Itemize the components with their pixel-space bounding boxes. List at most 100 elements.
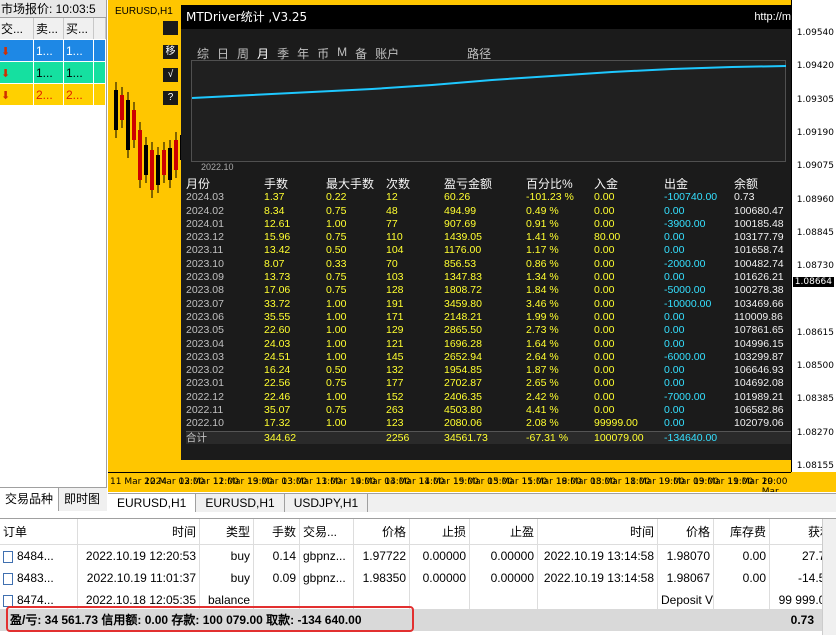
history-column-header[interactable]: 时间: [78, 519, 200, 544]
stats-cell: -6000.00: [664, 350, 706, 363]
panel-minimize-button[interactable]: [163, 21, 178, 35]
price-tick-label: 1.09420: [796, 61, 834, 72]
tab-tick-chart[interactable]: 即时图: [59, 488, 105, 511]
stats-cell: 0.00: [664, 364, 685, 377]
column-header-bid[interactable]: 卖...: [34, 18, 64, 39]
market-watch-row[interactable]: ⬇ 2... 2...: [0, 84, 106, 106]
stats-row: 2023.01 22.56 0.75 177 2702.87 2.65 % 0.00 0.00…: [186, 377, 791, 390]
panel-help-button[interactable]: ?: [163, 91, 178, 105]
history-table-header: 订单 时间 类型 手数 交易... 价格 止损 止盈 时间 价格 库存费 获利: [0, 519, 836, 545]
history-column-header[interactable]: 止盈: [470, 519, 538, 544]
stats-cell: 盈亏金额: [444, 178, 493, 191]
stats-cell: 2.73 %: [526, 324, 559, 337]
stats-cell: -7000.00: [664, 390, 706, 403]
column-header-ask[interactable]: 买...: [64, 18, 94, 39]
price-chart[interactable]: EURUSD,H1 WikiFX MTDriver统计 ,V3.25 http:…: [108, 0, 836, 492]
candle-body: [168, 148, 172, 180]
column-header-extra[interactable]: [94, 18, 106, 39]
stats-cell: 22.46: [264, 390, 291, 403]
arrow-down-icon: ⬇: [1, 90, 11, 102]
stats-cell: 77: [386, 217, 398, 230]
panel-move-button[interactable]: 移: [163, 45, 178, 59]
stats-cell: 0.75: [326, 204, 347, 217]
stats-cell: 2024.02: [186, 204, 224, 217]
stats-cell: 2023.09: [186, 271, 224, 284]
stats-cell: 60.26: [444, 191, 471, 204]
stats-cell: 1.84 %: [526, 284, 559, 297]
panel-title: MTDriver统计 ,V3.25: [181, 5, 791, 29]
stats-cell: 2024.03: [186, 191, 224, 204]
stats-cell: 合计: [186, 431, 207, 444]
stats-cell: 35.55: [264, 310, 291, 323]
time-axis[interactable]: 11 Mar 2024 12 Mar 03:00 12 Mar 11:00 12 Ma…: [108, 472, 791, 492]
tab-symbols[interactable]: 交易品种: [0, 488, 60, 511]
stats-cell: 22.60: [264, 324, 291, 337]
stats-cell: 494.99: [444, 204, 477, 217]
history-cell: Deposit Via DC: [658, 589, 714, 611]
stats-cell: 12.61: [264, 217, 291, 230]
stats-cell: 2023.01: [186, 377, 224, 390]
stats-cell: 0.00: [594, 324, 615, 337]
account-summary-row: 盈/亏: 34 561.73 信用额: 0.00 存款: 100 079.00 …: [0, 606, 836, 632]
stats-cell: 0.00: [594, 364, 615, 377]
ask-cell: 2...: [64, 84, 94, 105]
tab-chart-eurusd[interactable]: EURUSD,H1: [108, 494, 197, 512]
history-cell: 8483...: [0, 567, 78, 589]
market-watch-row[interactable]: ⬇ 1... 1...: [0, 62, 106, 84]
stats-cell: 2.08 %: [526, 417, 559, 430]
symbol-cell: ⬇: [0, 62, 34, 83]
history-column-header[interactable]: 类型: [200, 519, 254, 544]
stats-cell: 0.50: [326, 244, 347, 257]
extra-cell: [94, 62, 106, 83]
history-row[interactable]: 8484... 2022.10.19 12:20:53 buy 0.14 gbpnz..…: [0, 545, 836, 567]
stats-cell: 0.75: [326, 404, 347, 417]
stats-cell: 2023.06: [186, 310, 224, 323]
stats-row: 2023.04 24.03 1.00 121 1696.28 1.64 % 0.00 0.00…: [186, 338, 791, 351]
candle-body: [126, 100, 130, 150]
stats-cell: 110009.86: [734, 310, 783, 323]
stats-cell: 100482.74: [734, 257, 784, 270]
stats-cell: 0.00: [664, 310, 685, 323]
panel-url[interactable]: http://m: [754, 5, 791, 29]
stats-row: 2022.12 22.46 1.00 152 2406.35 2.42 % 0.00 -700…: [186, 391, 791, 404]
history-column-header[interactable]: 订单: [0, 519, 78, 544]
arrow-down-icon: ⬇: [1, 46, 11, 58]
column-header-symbol[interactable]: 交...: [0, 18, 34, 39]
stats-cell: 0.73: [734, 191, 755, 204]
stats-cell: 2.42 %: [526, 390, 559, 403]
monthly-stats-table: 月份 手数 最大手数 次数 盈亏金额 百分比% 入金 出金 余额 2024.03 1.37 0.22 1…: [186, 178, 791, 444]
stats-cell: 8.34: [264, 204, 285, 217]
history-cell: gbpnz...: [300, 545, 354, 567]
panel-check-button[interactable]: √: [163, 68, 178, 82]
stats-cell: 2.65 %: [526, 377, 559, 390]
history-cell: 0.00000: [470, 545, 538, 567]
price-axis[interactable]: 1.09540 1.09420 1.09305 1.09190 1.09075 1.089…: [791, 0, 836, 472]
history-column-header[interactable]: 止损: [410, 519, 470, 544]
history-row[interactable]: 8483... 2022.10.19 11:01:37 buy 0.09 gbpnz..…: [0, 567, 836, 589]
stats-cell: 0.00: [594, 244, 615, 257]
stats-cell: 最大手数: [326, 178, 375, 191]
vertical-scrollbar[interactable]: [822, 519, 836, 635]
market-watch-row[interactable]: ⬇ 1... 1...: [0, 40, 106, 62]
price-tick-label: 1.08845: [796, 227, 834, 238]
stats-cell: 0.00: [664, 244, 685, 257]
stats-cell: 104996.15: [734, 337, 784, 350]
stats-cell: 2023.02: [186, 364, 224, 377]
history-column-header[interactable]: 交易...: [300, 519, 354, 544]
history-column-header[interactable]: 手数: [254, 519, 300, 544]
history-column-header[interactable]: 价格: [658, 519, 714, 544]
history-column-header[interactable]: 库存费: [714, 519, 770, 544]
tab-chart-eurusd-2[interactable]: EURUSD,H1: [196, 494, 285, 512]
statistics-panel: MTDriver统计 ,V3.25 http://m 移 √ ? 综日周月季年币…: [163, 5, 791, 460]
history-column-header[interactable]: 时间: [538, 519, 658, 544]
history-cell: 0.00: [714, 545, 770, 567]
stats-row: 2023.06 35.55 1.00 171 2148.21 1.99 % 0.00 0.00…: [186, 311, 791, 324]
stats-cell: 2024.01: [186, 217, 224, 230]
tab-chart-usdjpy[interactable]: USDJPY,H1: [285, 494, 369, 512]
equity-line: [191, 65, 787, 99]
order-id: 8474...: [17, 593, 54, 607]
history-column-header[interactable]: 价格: [354, 519, 410, 544]
stats-cell: 34561.73: [444, 431, 488, 444]
stats-cell: 0.49 %: [526, 204, 559, 217]
candle-body: [144, 145, 148, 175]
